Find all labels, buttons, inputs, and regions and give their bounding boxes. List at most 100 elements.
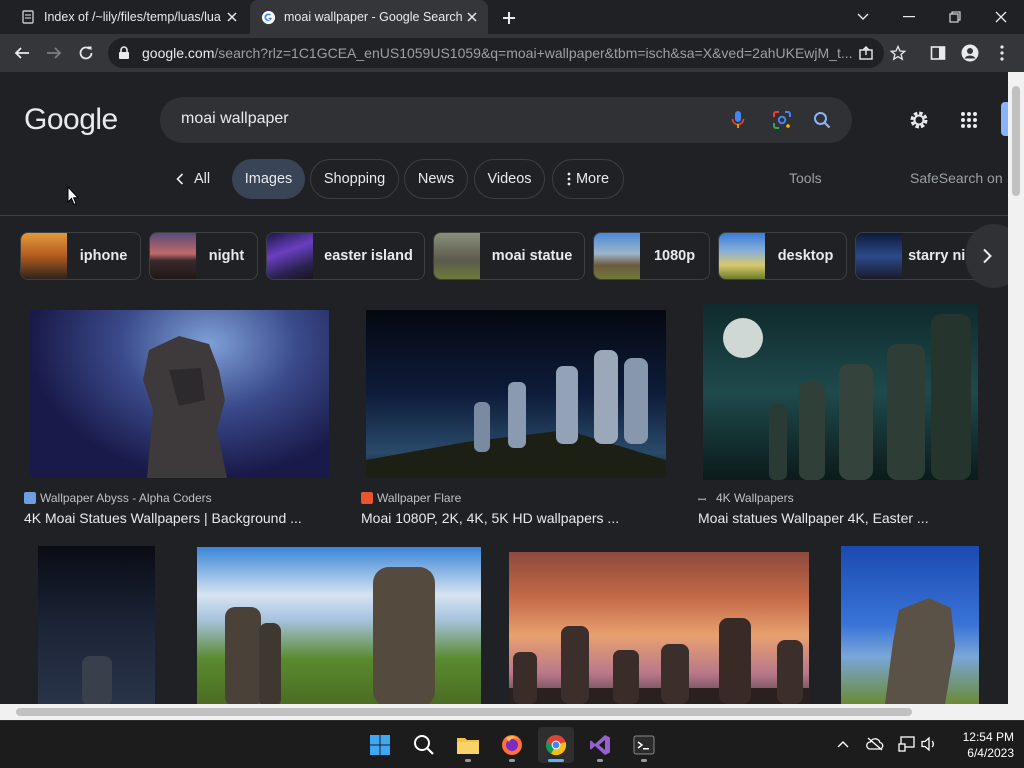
url-text[interactable]: google.com/search?rlz=1C1GCEA_enUS1059US…: [142, 45, 884, 61]
tab-more[interactable]: More: [552, 159, 624, 199]
image-result[interactable]: [197, 547, 481, 704]
microphone-icon[interactable]: [726, 108, 750, 132]
tools-button[interactable]: Tools: [789, 170, 822, 186]
visual-studio-icon: [590, 735, 610, 755]
tab-close-icon[interactable]: [222, 7, 242, 27]
horizontal-scrollbar[interactable]: [0, 704, 1008, 720]
bookmark-star-icon[interactable]: [884, 39, 912, 67]
folder-icon: [457, 738, 479, 754]
network-icon[interactable]: [898, 735, 916, 753]
tab-title: Index of /~lily/files/temp/luas/lua: [44, 10, 221, 24]
close-window-button[interactable]: [978, 0, 1024, 34]
result-title[interactable]: Moai statues Wallpaper 4K, Easter ...: [698, 510, 929, 526]
windows-logo-icon: [370, 735, 390, 755]
result-source[interactable]: Wallpaper Abyss - Alpha Coders: [24, 491, 212, 505]
address-bar[interactable]: google.com/search?rlz=1C1GCEA_enUS1059US…: [108, 38, 884, 68]
share-icon[interactable]: [852, 39, 880, 67]
result-title[interactable]: 4K Moai Statues Wallpapers | Background …: [24, 510, 302, 526]
search-input[interactable]: moai wallpaper: [181, 110, 289, 128]
chip-thumbnail: [594, 233, 640, 279]
search-type-tabs: All Images Shopping News Videos More Too…: [0, 159, 1008, 199]
chip-night[interactable]: night: [149, 232, 258, 280]
result-image[interactable]: [703, 304, 978, 480]
tab-title: moai wallpaper - Google Search: [284, 10, 462, 24]
result-title[interactable]: Moai 1080P, 2K, 4K, 5K HD wallpapers ...: [361, 510, 619, 526]
chip-iphone[interactable]: iphone: [20, 232, 141, 280]
back-button[interactable]: [8, 39, 36, 67]
onedrive-offline-icon[interactable]: [866, 735, 884, 753]
search-icon[interactable]: [810, 108, 834, 132]
source-favicon-icon: ꟷ: [698, 495, 707, 506]
tab-shopping[interactable]: Shopping: [310, 159, 399, 199]
moai-silhouette: [143, 336, 227, 478]
google-lens-icon[interactable]: [770, 108, 794, 132]
side-panel-icon[interactable]: [924, 39, 952, 67]
image-result[interactable]: Wallpaper Abyss - Alpha Coders 4K Moai S…: [24, 308, 334, 528]
horizontal-scroll-thumb[interactable]: [16, 708, 912, 716]
restore-button[interactable]: [932, 0, 978, 34]
running-indicator: [509, 759, 515, 762]
chip-desktop[interactable]: desktop: [718, 232, 847, 280]
browser-tab-google-search[interactable]: moai wallpaper - Google Search: [250, 0, 488, 34]
chrome-button[interactable]: [538, 727, 574, 763]
terminal-button[interactable]: [626, 727, 662, 763]
clock-date: 6/4/2023: [967, 746, 1014, 760]
google-favicon-icon: [260, 9, 276, 25]
clock-time: 12:54 PM: [962, 730, 1014, 744]
chip-1080p[interactable]: 1080p: [593, 232, 710, 280]
image-result[interactable]: ꟷ 4K Wallpapers Moai statues Wallpaper 4…: [698, 304, 988, 528]
safesearch-toggle[interactable]: SafeSearch on: [910, 170, 1003, 186]
firefox-button[interactable]: [494, 727, 530, 763]
taskbar-search-button[interactable]: [406, 727, 442, 763]
show-hidden-icons-chevron-icon[interactable]: [834, 735, 852, 753]
terminal-icon: [633, 735, 655, 755]
source-favicon-icon: [24, 492, 36, 504]
tab-news[interactable]: News: [404, 159, 468, 199]
tab-close-icon[interactable]: [462, 7, 482, 27]
search-box[interactable]: moai wallpaper: [160, 97, 852, 143]
image-result[interactable]: [38, 546, 155, 704]
start-button[interactable]: [362, 727, 398, 763]
new-tab-button[interactable]: [498, 7, 520, 29]
moai-row-silhouette: [366, 350, 666, 478]
reload-button[interactable]: [72, 39, 100, 67]
result-source[interactable]: ꟷ 4K Wallpapers: [698, 491, 794, 506]
visual-studio-button[interactable]: [582, 727, 618, 763]
chip-thumbnail: [856, 233, 902, 279]
sign-in-button-edge[interactable]: [1001, 102, 1008, 136]
chips-next-button[interactable]: [966, 224, 1008, 288]
tab-all[interactable]: All: [168, 159, 218, 199]
tab-search-chevron-icon[interactable]: [840, 0, 886, 34]
google-apps-grid-icon[interactable]: [956, 107, 982, 133]
chip-thumbnail: [434, 233, 480, 279]
file-explorer-button[interactable]: [450, 727, 486, 763]
vertical-scroll-thumb[interactable]: [1012, 86, 1020, 196]
browser-tab-index[interactable]: Index of /~lily/files/temp/luas/lua: [10, 0, 248, 34]
browser-menu-icon[interactable]: [988, 39, 1016, 67]
lock-icon[interactable]: [118, 46, 132, 60]
image-result[interactable]: Wallpaper Flare Moai 1080P, 2K, 4K, 5K H…: [361, 308, 671, 528]
settings-gear-icon[interactable]: [906, 107, 932, 133]
volume-icon[interactable]: [920, 735, 938, 753]
taskbar-clock[interactable]: 12:54 PM 6/4/2023: [946, 729, 1014, 761]
chip-moai-statue[interactable]: moai statue: [433, 232, 585, 280]
tab-strip: Index of /~lily/files/temp/luas/lua moai…: [0, 0, 1024, 34]
image-result[interactable]: [509, 552, 809, 704]
google-logo[interactable]: Google: [24, 103, 118, 137]
related-search-chips: iphone night easter island moai statue 1…: [0, 232, 1008, 280]
result-image[interactable]: [29, 310, 329, 478]
page-favicon-icon: [20, 9, 36, 25]
forward-button[interactable]: [40, 39, 68, 67]
vertical-scrollbar[interactable]: [1008, 72, 1024, 704]
mouse-cursor-icon: [67, 185, 80, 211]
chip-easter-island[interactable]: easter island: [266, 232, 425, 280]
tab-images[interactable]: Images: [232, 159, 305, 199]
running-indicator: [597, 759, 603, 762]
tab-videos[interactable]: Videos: [474, 159, 545, 199]
result-image[interactable]: [366, 310, 666, 478]
running-indicator: [548, 759, 564, 762]
profile-avatar-icon[interactable]: [956, 39, 984, 67]
minimize-button[interactable]: [886, 0, 932, 34]
result-source[interactable]: Wallpaper Flare: [361, 491, 461, 505]
image-result[interactable]: [841, 546, 979, 704]
